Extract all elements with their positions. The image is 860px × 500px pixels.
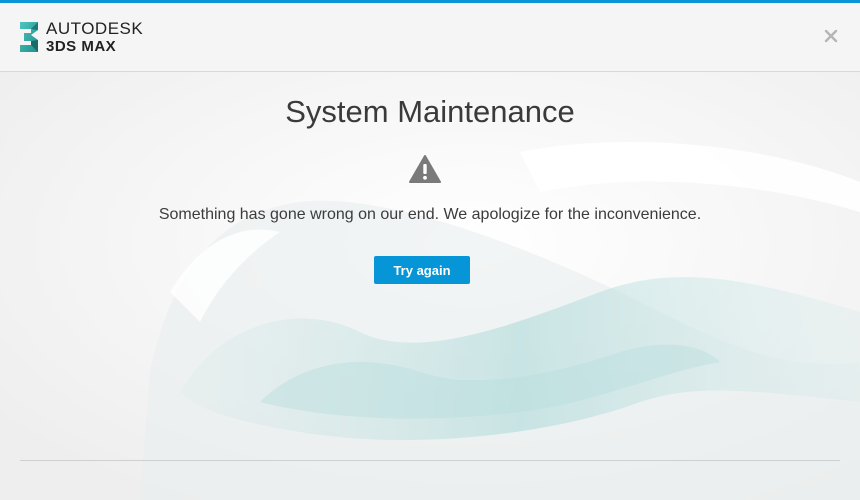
brand-product: 3DS MAX <box>46 38 117 55</box>
product-logo: AUTODESK 3DS MAX <box>18 20 143 54</box>
maintenance-window: AUTODESK 3DS MAX System Maintenance Some… <box>0 0 860 500</box>
error-message: Something has gone wrong on our end. We … <box>158 206 702 223</box>
main-content: System Maintenance Something has gone wr… <box>0 72 860 452</box>
page-title: System Maintenance <box>285 94 575 129</box>
logo-text: AUTODESK 3DS MAX <box>46 20 143 54</box>
3ds-max-logo-icon <box>20 22 38 52</box>
brand-company: AUTODESK <box>46 19 144 38</box>
warning-icon <box>409 155 441 183</box>
header: AUTODESK 3DS MAX <box>0 3 860 72</box>
try-again-button[interactable]: Try again <box>374 256 470 284</box>
close-icon[interactable] <box>824 29 838 43</box>
footer-divider <box>20 460 840 461</box>
